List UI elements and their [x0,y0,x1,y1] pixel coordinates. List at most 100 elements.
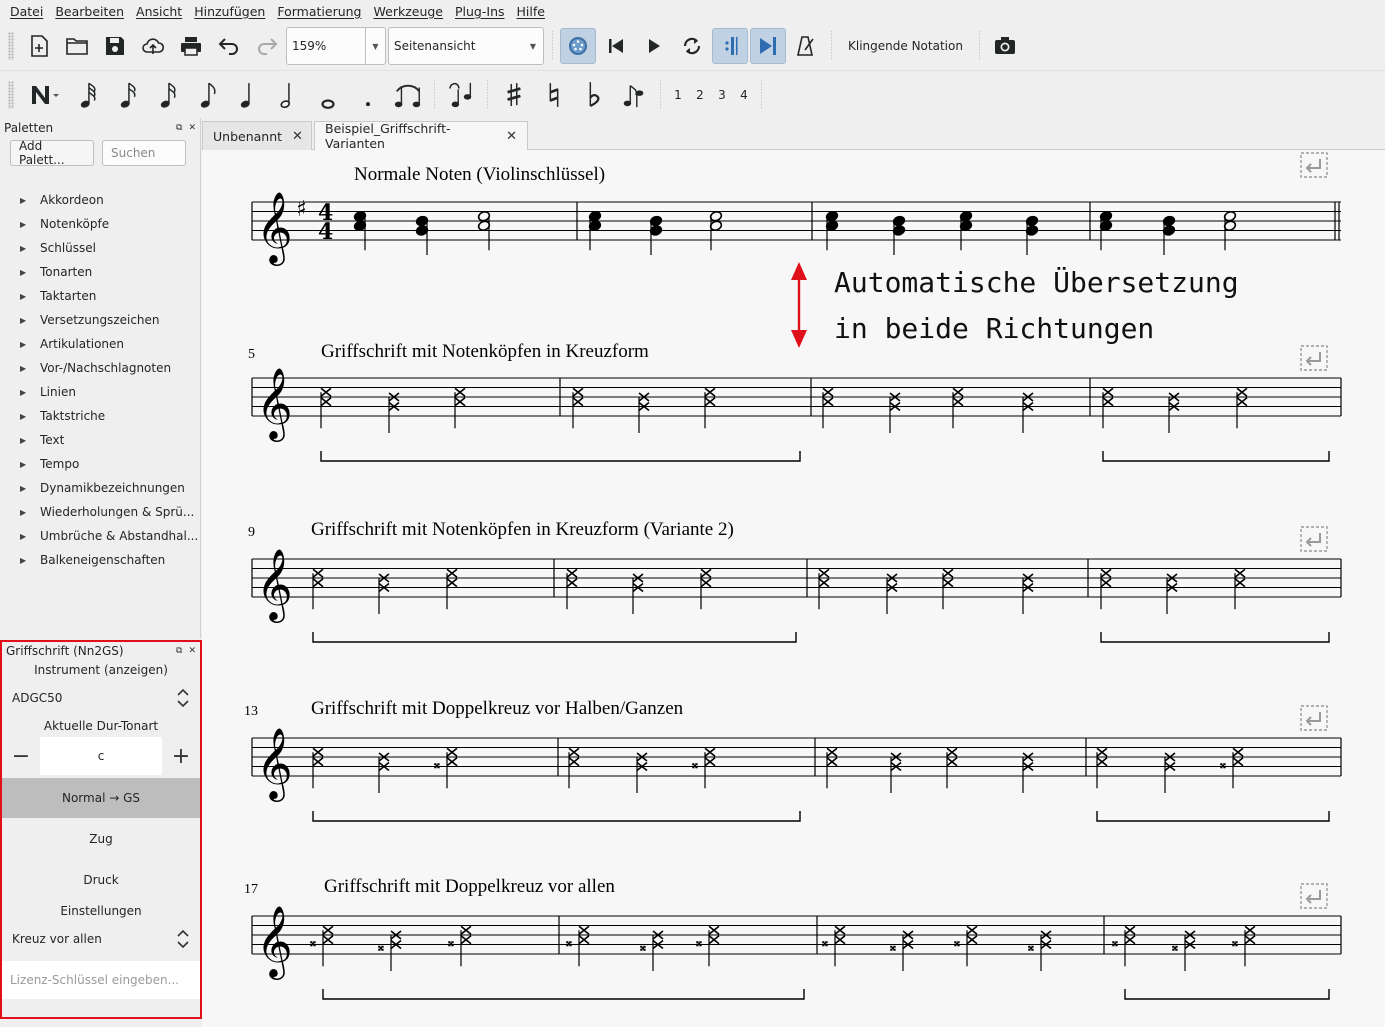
palette-item[interactable]: ▶ Schlüssel [0,236,200,260]
menu-formatierung[interactable]: Formatierung [271,4,367,19]
palette-item[interactable]: ▶ Wiederholungen & Sprü... [0,500,200,524]
palette-item[interactable]: ▶ Artikulationen [0,332,200,356]
note-64th-icon[interactable] [68,75,108,115]
play-icon[interactable] [636,28,672,64]
license-key-input[interactable]: Lizenz-Schlüssel eingeben... [2,961,200,999]
float-panel-icon[interactable]: ⧉ [176,646,182,656]
new-file-icon[interactable] [21,28,57,64]
normal-to-gs-button[interactable]: Normal → GS [2,778,200,818]
palette-search-input[interactable]: Suchen [102,140,186,166]
bellows-bracket [312,632,797,643]
system-break-icon [1300,705,1328,731]
note-quarter-icon[interactable] [228,75,268,115]
play-repeats-icon[interactable] [712,28,748,64]
menu-hinzufuegen[interactable]: Hinzufügen [188,4,271,19]
note-16th-icon[interactable] [148,75,188,115]
system-break-icon [1300,152,1328,178]
open-folder-icon[interactable] [59,28,95,64]
tab-unbenannt[interactable]: Unbenannt ✕ [202,121,312,150]
expand-arrow-icon: ▶ [20,339,27,349]
save-icon[interactable] [97,28,133,64]
voice-1-button[interactable]: 1 [667,88,689,102]
view-mode-select[interactable]: Seitenansicht ▼ [388,27,544,65]
chevron-down-icon[interactable]: ▼ [365,28,385,64]
close-icon[interactable]: ✕ [188,646,196,656]
note-half-icon[interactable] [268,75,308,115]
expand-arrow-icon: ▶ [20,387,27,397]
updown-chevron-icon [177,688,189,708]
flat-icon[interactable] [574,75,614,115]
voice-3-button[interactable]: 3 [711,88,733,102]
menu-werkzeuge[interactable]: Werkzeuge [368,4,450,19]
menu-ansicht[interactable]: Ansicht [130,4,188,19]
toolbar-handle[interactable] [8,80,14,109]
redo-icon[interactable] [249,28,285,64]
add-palette-button[interactable]: Add Palett... [10,139,94,167]
bellows-bracket [1100,632,1330,643]
decrement-button[interactable]: − [2,744,40,769]
zug-button[interactable]: Zug [2,819,200,859]
palette-item[interactable]: ▶ Text [0,428,200,452]
menu-plugins[interactable]: Plug-Ins [449,4,511,19]
bellows-bracket [320,451,801,462]
close-icon[interactable]: ✕ [292,129,303,144]
palette-item[interactable]: ▶ Notenköpfe [0,212,200,236]
print-icon[interactable] [173,28,209,64]
voice-2-button[interactable]: 2 [689,88,711,102]
voice-4-button[interactable]: 4 [733,88,755,102]
toolbar-separator [487,79,488,110]
annotation-text: Automatische Übersetzung in beide Richtu… [834,260,1239,352]
expand-arrow-icon: ▶ [20,363,27,373]
natural-icon[interactable] [534,75,574,115]
pan-score-icon[interactable] [750,28,786,64]
palette-item[interactable]: ▶ Linien [0,380,200,404]
note-32nd-icon[interactable] [108,75,148,115]
palette-item[interactable]: ▶ Versetzungszeichen [0,308,200,332]
tie-icon[interactable] [388,75,428,115]
upload-cloud-icon[interactable] [135,28,171,64]
menu-bearbeiten[interactable]: Bearbeiten [49,4,130,19]
metronome-icon[interactable] [788,28,824,64]
note-eighth-icon[interactable] [188,75,228,115]
key-field[interactable]: c [40,737,162,775]
voice-icon[interactable] [614,75,654,115]
druck-button[interactable]: Druck [2,860,200,900]
sharp-icon[interactable] [494,75,534,115]
camera-icon[interactable] [987,28,1023,64]
zoom-combo[interactable]: 159% ▼ [286,27,386,65]
palette-item-label: Vor-/Nachschlagnoten [40,361,172,375]
menu-datei[interactable]: Datei [4,4,49,19]
increment-button[interactable]: + [162,744,200,769]
float-panel-icon[interactable]: ⧉ [176,123,182,133]
palette-item[interactable]: ▶ Umbrüche & Abstandhal... [0,524,200,548]
augmentation-dot-icon[interactable] [348,75,388,115]
midi-input-icon[interactable] [560,28,596,64]
note-whole-icon[interactable] [308,75,348,115]
toolbar-handle[interactable] [8,32,14,60]
expand-arrow-icon: ▶ [20,531,27,541]
score-canvas[interactable]: 𝄞 ♯ 4 4 𝄞 𝄞 𝄞 𝄪 𝄪 𝄪 𝄞 𝄪 𝄪 𝄪 𝄪 𝄪 𝄪 𝄪 𝄪 𝄪 𝄪 𝄪 𝄪 𝄪 Normale Noten (… [202,150,1385,1027]
expand-arrow-icon: ▶ [20,507,27,517]
rewind-icon[interactable] [598,28,634,64]
palette-item[interactable]: ▶ Akkordeon [0,188,200,212]
palette-item[interactable]: ▶ Dynamikbezeichnungen [0,476,200,500]
palette-item[interactable]: ▶ Tonarten [0,260,200,284]
settings-select[interactable]: Kreuz vor allen [2,921,200,957]
palette-item[interactable]: ▶ Taktarten [0,284,200,308]
undo-icon[interactable] [211,28,247,64]
close-icon[interactable]: ✕ [506,129,517,144]
palette-item[interactable]: ▶ Taktstriche [0,404,200,428]
tab-beispiel[interactable]: Beispiel_Griffschrift-Varianten ✕ [314,121,528,151]
instrument-select[interactable]: ADGC50 [2,680,200,716]
system-break-icon [1300,526,1328,552]
note-input-mode-icon[interactable] [21,77,67,113]
palette-item-label: Balkeneigenschaften [40,553,166,567]
close-icon[interactable]: ✕ [188,123,196,133]
palette-item[interactable]: ▶ Vor-/Nachschlagnoten [0,356,200,380]
palette-item[interactable]: ▶ Balkeneigenschaften [0,548,200,572]
concert-pitch-toggle[interactable]: Klingende Notation [848,39,963,53]
loop-icon[interactable] [674,28,710,64]
menu-hilfe[interactable]: Hilfe [511,4,551,19]
palette-item[interactable]: ▶ Tempo [0,452,200,476]
flip-direction-icon[interactable] [441,75,481,115]
